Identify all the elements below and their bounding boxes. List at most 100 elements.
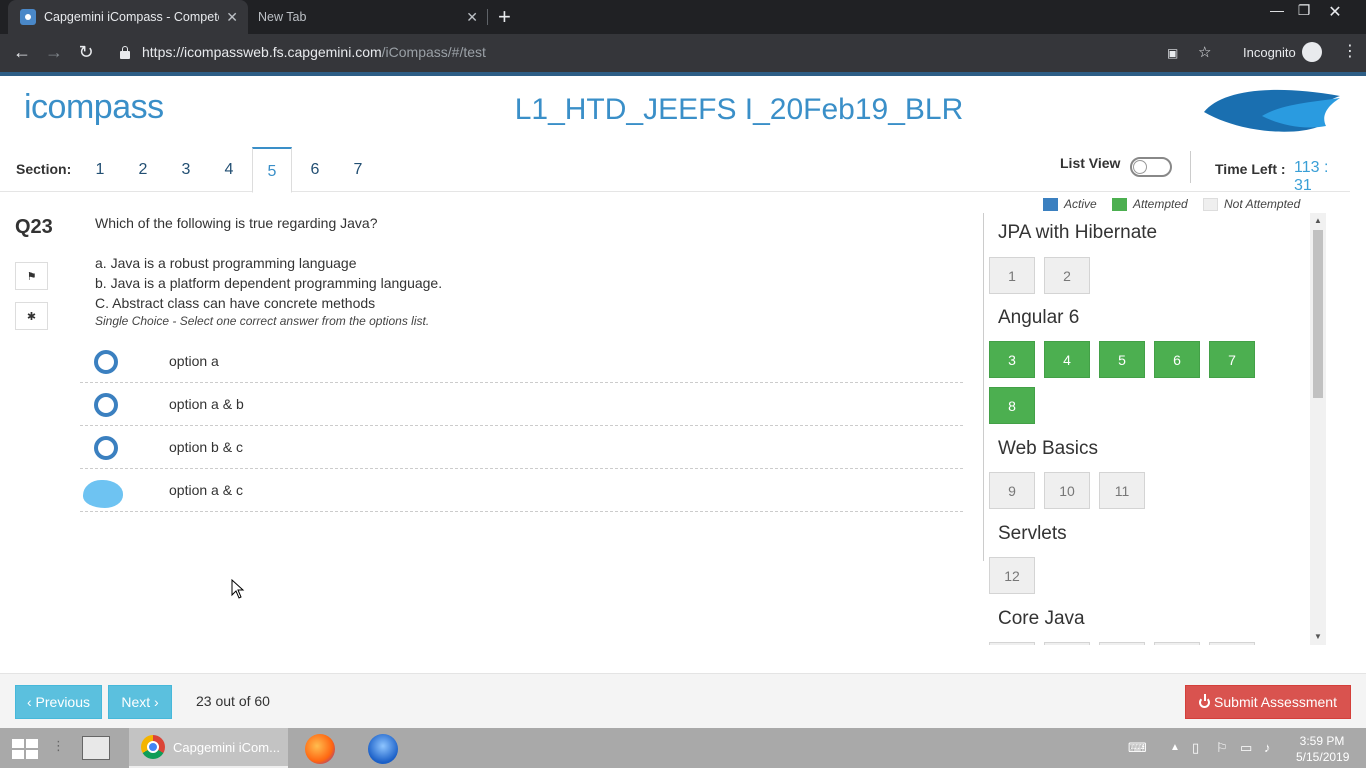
flag-icon: ⚑ — [26, 270, 37, 283]
next-button[interactable]: Next › — [108, 685, 172, 719]
close-tab-icon[interactable]: ✕ — [466, 9, 478, 25]
list-view-toggle[interactable] — [1130, 157, 1172, 177]
toggle-knob — [1133, 160, 1147, 174]
question-nav-button[interactable] — [1209, 642, 1255, 645]
taskbar-app-label: Capgemini iCom... — [173, 739, 280, 755]
bookmark-star-icon[interactable]: ☆ — [1198, 43, 1211, 61]
radio-button[interactable] — [94, 350, 118, 374]
answer-option[interactable]: option b & c — [80, 426, 963, 469]
question-nav-button[interactable]: 5 — [1099, 341, 1145, 378]
question-nav-button[interactable]: 2 — [1044, 257, 1090, 294]
section-label: Section: — [16, 161, 72, 177]
network-icon[interactable]: ▭ — [1240, 740, 1252, 756]
section-tab-6[interactable]: 6 — [295, 147, 335, 192]
restore-icon[interactable]: ❐ — [1289, 2, 1319, 19]
windows-start-icon[interactable] — [12, 739, 38, 759]
answer-option[interactable]: option a & b — [80, 383, 963, 426]
footer-bar: ‹ Previous Next › 23 out of 60 Submit As… — [0, 673, 1366, 728]
panel-scrollbar[interactable]: ▲ ▼ — [1310, 213, 1326, 645]
answer-option[interactable]: option a — [80, 340, 963, 383]
question-nav-button[interactable] — [1154, 642, 1200, 645]
question-nav-button[interactable]: 8 — [989, 387, 1035, 424]
list-view-label: List View — [1060, 155, 1121, 171]
question-nav-button[interactable]: 7 — [1209, 341, 1255, 378]
menu-kebab-icon[interactable]: ⋮ — [1342, 44, 1358, 60]
scrollbar-thumb[interactable] — [1313, 230, 1323, 398]
task-manager-icon[interactable] — [82, 736, 110, 760]
section-bar: Section: 1 2 3 4 5 6 7 List View Time Le… — [0, 147, 1350, 194]
volume-icon[interactable]: ♪ — [1264, 740, 1271, 755]
browser-tab-new[interactable]: New Tab ✕ — [248, 0, 488, 34]
header-divider — [1190, 151, 1191, 183]
question-nav-button[interactable] — [1044, 642, 1090, 645]
legend-label: Active — [1064, 197, 1097, 211]
browser-toolbar: ← → ↻ https://icompassweb.fs.capgemini.c… — [0, 34, 1366, 72]
new-tab-plus-icon[interactable]: + — [498, 5, 511, 29]
radio-button[interactable] — [94, 393, 118, 417]
legend-swatch — [1203, 197, 1218, 211]
question-nav-button[interactable]: 4 — [1044, 341, 1090, 378]
close-window-icon[interactable]: ✕ — [1320, 2, 1350, 22]
question-nav-button[interactable]: 12 — [989, 557, 1035, 594]
legend-label: Not Attempted — [1224, 197, 1301, 211]
group-title: Angular 6 — [998, 307, 1080, 328]
power-icon — [1199, 693, 1211, 708]
system-clock[interactable]: 3:59 PM 5/15/2019 — [1296, 733, 1349, 765]
address-bar[interactable]: https://icompassweb.fs.capgemini.com/iCo… — [142, 44, 486, 60]
browser-tab-bar: Capgemini iCompass - Competen ✕ New Tab … — [0, 0, 1366, 34]
section-tab-1[interactable]: 1 — [80, 147, 120, 192]
question-nav-button[interactable]: 11 — [1099, 472, 1145, 509]
reload-icon[interactable]: ↻ — [74, 42, 98, 62]
flag-question-button[interactable]: ⚑ — [15, 262, 48, 290]
scroll-up-arrow-icon[interactable]: ▲ — [1314, 216, 1322, 225]
url-host: https://icompassweb.fs.capgemini.com — [142, 44, 382, 60]
question-nav-button[interactable]: 10 — [1044, 472, 1090, 509]
section-tab-2[interactable]: 2 — [123, 147, 163, 192]
question-nav-button[interactable] — [989, 642, 1035, 645]
tab-title: New Tab — [258, 10, 307, 24]
section-tab-4[interactable]: 4 — [209, 147, 249, 192]
option-label: option b & c — [169, 439, 243, 455]
question-text: Which of the following is true regarding… — [95, 215, 378, 231]
answer-option-selected[interactable]: option a & c — [80, 469, 963, 512]
thunderbird-icon[interactable] — [368, 734, 398, 764]
section-tab-7[interactable]: 7 — [338, 147, 378, 192]
battery-icon[interactable]: ▯ — [1192, 740, 1199, 756]
blocked-popup-icon[interactable]: ▣ — [1167, 46, 1178, 60]
close-tab-icon[interactable]: ✕ — [226, 9, 238, 25]
lock-icon — [120, 46, 130, 59]
previous-button[interactable]: ‹ Previous — [15, 685, 102, 719]
windows-taskbar: ⋮ Capgemini iCom... ⌨ ▲ ▯ ⚐ ▭ ♪ 3:59 PM … — [0, 728, 1366, 768]
submit-label: Submit Assessment — [1214, 694, 1337, 710]
taskbar-chrome-app[interactable]: Capgemini iCom... — [129, 728, 288, 768]
browser-tab-active[interactable]: Capgemini iCompass - Competen ✕ — [8, 0, 248, 34]
question-nav-button[interactable] — [1099, 642, 1145, 645]
chrome-icon — [141, 735, 165, 759]
mouse-cursor-icon — [231, 579, 245, 599]
keyboard-icon[interactable]: ⌨ — [1128, 740, 1147, 756]
option-label: option a & c — [169, 482, 243, 498]
scroll-down-arrow-icon[interactable]: ▼ — [1314, 632, 1322, 641]
radio-button-selected[interactable] — [83, 480, 123, 508]
time-left-label: Time Left : — [1215, 161, 1286, 177]
show-hidden-icons-icon[interactable]: ▲ — [1170, 742, 1180, 753]
question-nav-button[interactable]: 6 — [1154, 341, 1200, 378]
section-tab-5[interactable]: 5 — [252, 147, 292, 193]
back-arrow-icon[interactable]: ← — [10, 42, 34, 62]
radio-button[interactable] — [94, 436, 118, 460]
minimize-icon[interactable]: — — [1262, 2, 1292, 18]
report-bug-button[interactable]: ✱ — [15, 302, 48, 330]
firefox-icon[interactable] — [305, 734, 335, 764]
submit-assessment-button[interactable]: Submit Assessment — [1185, 685, 1351, 719]
bug-icon: ✱ — [26, 310, 37, 323]
question-nav-button[interactable]: 1 — [989, 257, 1035, 294]
question-nav-button[interactable]: 3 — [989, 341, 1035, 378]
forward-arrow-icon[interactable]: → — [42, 42, 66, 62]
time-left-value: 113 : 31 — [1294, 159, 1329, 194]
section-tab-3[interactable]: 3 — [166, 147, 206, 192]
action-center-flag-icon[interactable]: ⚐ — [1216, 740, 1228, 756]
incognito-avatar-icon[interactable] — [1302, 42, 1322, 62]
question-nav-button[interactable]: 9 — [989, 472, 1035, 509]
legend-swatch — [1112, 197, 1127, 211]
question-statement: b. Java is a platform dependent programm… — [95, 275, 443, 291]
